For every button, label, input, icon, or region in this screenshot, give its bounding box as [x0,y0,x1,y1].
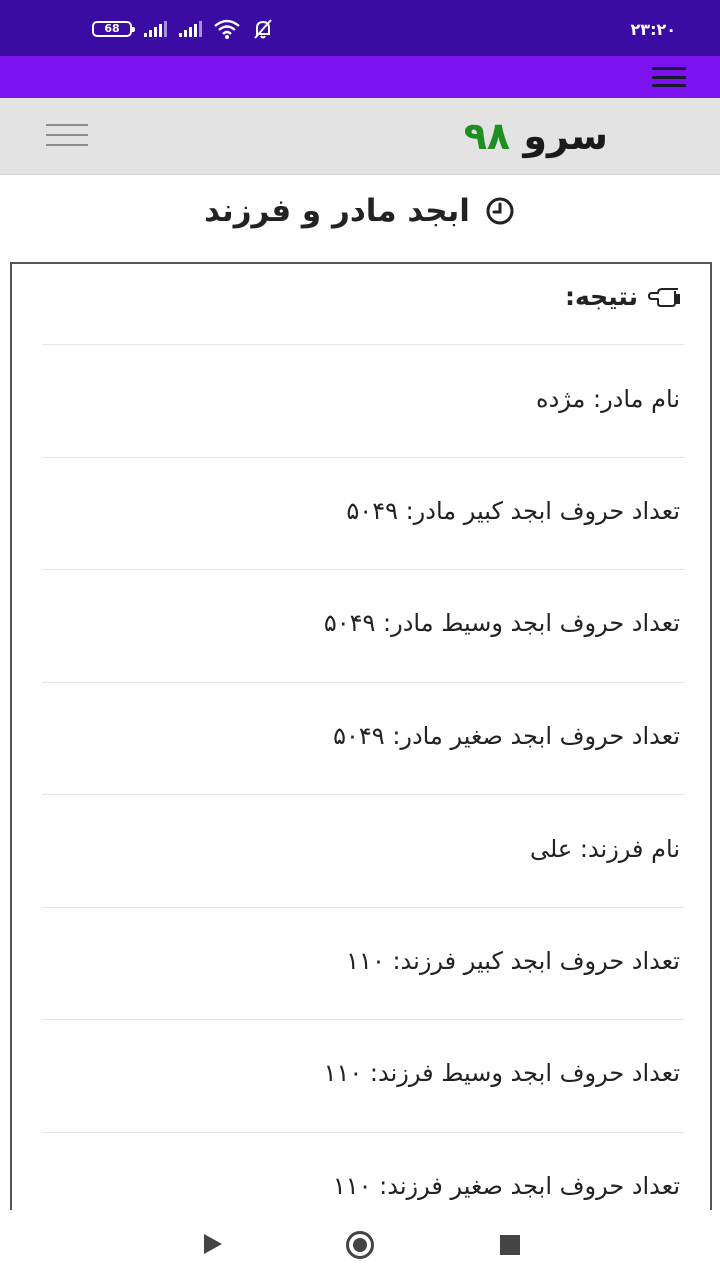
page-title-row: ابجد مادر و فرزند [0,186,720,236]
wifi-icon [214,19,240,39]
home-icon[interactable] [346,1231,374,1259]
divider [42,344,684,345]
back-icon[interactable] [204,1234,222,1254]
divider [42,1019,684,1020]
result-row-mother-vasit: تعداد حروف ابجد وسیط مادر: ۵۰۴۹ [323,609,680,637]
result-label: نتیجه: [565,282,638,311]
hand-pointer-icon [648,287,680,307]
site-header: سرو ۹۸ [0,98,720,175]
divider [42,794,684,795]
status-icons: 68 [92,18,274,40]
result-row-mother-name: نام مادر: مژده [536,385,680,413]
result-header: نتیجه: [565,282,682,311]
system-navigation-bar [0,1210,720,1280]
divider [42,1132,684,1133]
site-logo[interactable]: سرو ۹۸ [464,114,608,158]
logo-number: ۹۸ [463,114,511,158]
result-row-child-kabir: تعداد حروف ابجد کبیر فرزند: ۱۱۰ [346,947,680,975]
bell-off-icon [254,19,272,39]
page-title: ابجد مادر و فرزند [204,193,470,229]
divider [42,682,684,683]
result-row-mother-saghir: تعداد حروف ابجد صغیر مادر: ۵۰۴۹ [333,722,680,750]
divider [42,907,684,908]
menu-icon[interactable] [652,67,686,87]
result-row-child-name: نام فرزند: علی [529,835,680,863]
status-time: ۲۳:۲۰ [630,20,676,39]
result-row-mother-kabir: تعداد حروف ابجد کبیر مادر: ۵۰۴۹ [346,497,680,525]
divider [42,457,684,458]
clock-icon [486,197,514,225]
result-panel: نتیجه: نام مادر: مژده تعداد حروف ابجد کب… [10,262,712,1262]
recent-apps-icon[interactable] [500,1235,520,1255]
logo-word: سرو [523,114,608,158]
signal-icon-2 [179,21,202,37]
result-row-child-vasit: تعداد حروف ابجد وسیط فرزند: ۱۱۰ [323,1059,680,1087]
hamburger-menu-icon[interactable] [46,124,88,146]
signal-icon [144,21,167,37]
status-bar: 68 ۲۳:۲۰ [0,0,720,56]
battery-icon: 68 [92,21,135,37]
top-nav-bar [0,56,720,98]
divider [42,569,684,570]
result-row-child-saghir: تعداد حروف ابجد صغیر فرزند: ۱۱۰ [332,1172,680,1200]
